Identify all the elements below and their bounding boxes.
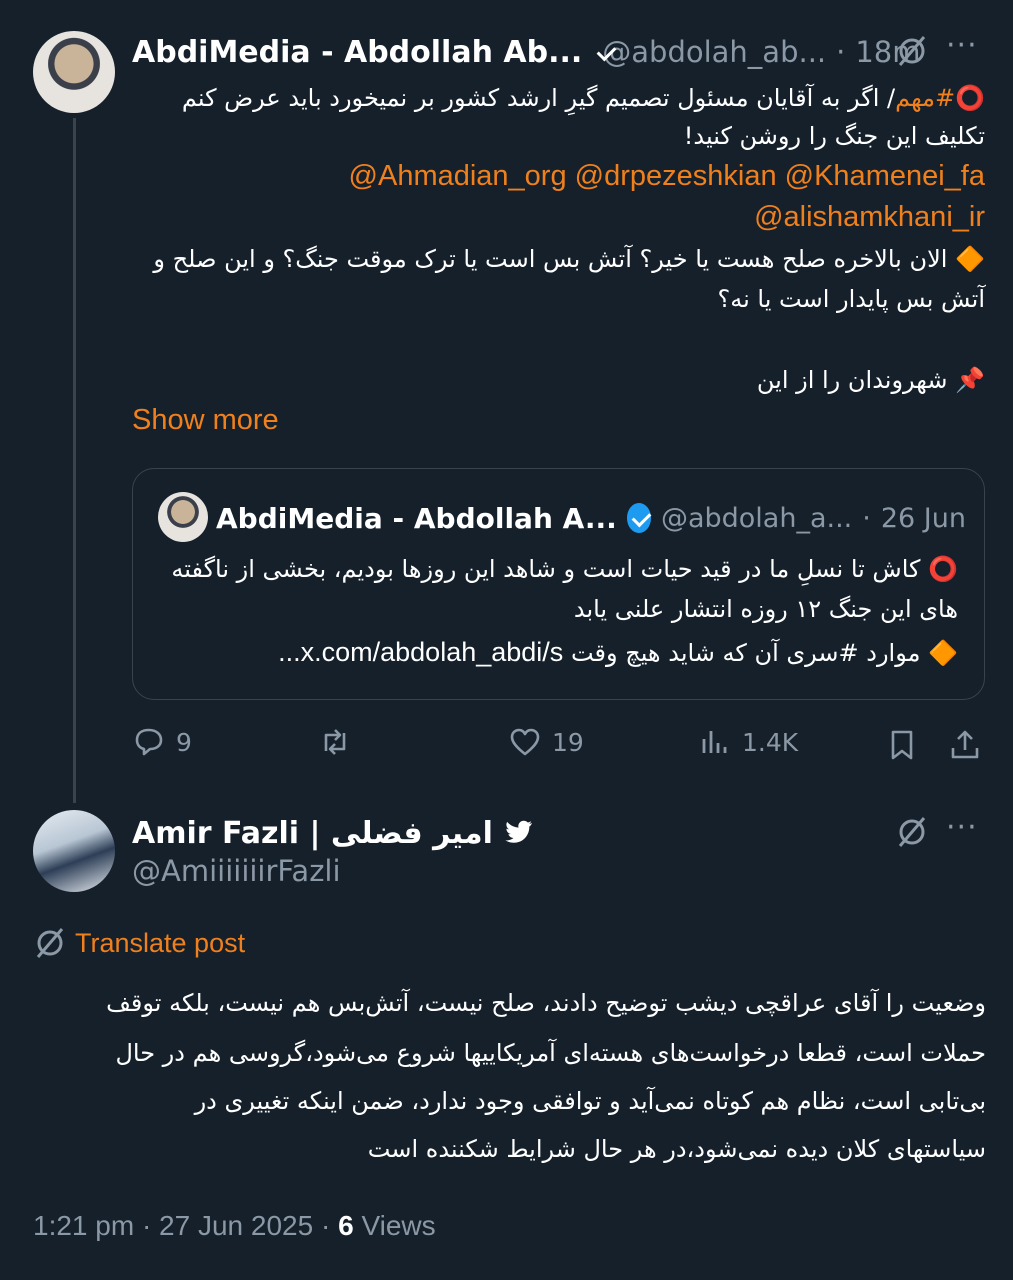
hashtag-link[interactable]: #مهم [895,84,955,112]
quoted-line-2: های این جنگ ۱۲ روزه انتشار علنی یابد [573,595,958,623]
reply-body-line-1: وضعیت را آقای عراقچی دیشب توضیح دادند، ص… [106,989,986,1017]
views-button[interactable]: 1.4K [698,725,798,759]
quoted-line-3: 🔶 موارد #سری آن که شاید هیچ وقت x.com/ab… [158,636,958,670]
retweet-icon [324,729,346,755]
post-line-1: ⭕️#مهم/ اگر به آقایان مسئول تصمیم گیرِ ا… [132,82,985,115]
reply-more-options-icon[interactable]: ··· [946,810,978,845]
reply-grok-icon[interactable] [895,815,929,849]
header-separator: · [836,35,846,69]
quoted-post-header: AbdiMedia - Abdollah A... @abdolah_a... … [216,496,966,540]
question-line-1-text: الان بالاخره صلح هست یا خیر؟ آتش بس است … [153,245,948,273]
more-options-icon[interactable]: ··· [946,28,978,63]
reply-footer: 1:21 pm · 27 Jun 2025 · 6 Views [33,1210,436,1242]
reply-author-name[interactable]: Amir Fazli | امیر فضلی [132,816,493,851]
bookmark-icon[interactable] [885,728,919,762]
twitter-bird-icon [505,820,532,843]
translate-icon [36,928,64,958]
post-line-1-text: / اگر به آقایان مسئول تصمیم گیرِ ارشد کش… [181,84,896,112]
quoted-line-3-text: موارد #سری آن که شاید هیچ وقت [570,639,921,667]
like-button[interactable]: 19 [508,725,584,759]
share-icon[interactable] [948,728,982,762]
question-line-1: 🔶 الان بالاخره صلح هست یا خیر؟ آتش بس اس… [132,243,985,276]
thread-connector-line [73,118,76,803]
mentions-line-1[interactable]: @Ahmadian_org @drpezeshkian @Khamenei_fa [132,160,985,193]
quoted-circle-emoji: ⭕️ [928,555,958,583]
quoted-author-avatar [158,492,208,542]
grok-icon[interactable] [895,34,929,68]
diamond-emoji: 🔶 [955,245,985,273]
reply-icon [135,728,163,756]
reply-timestamp[interactable]: 1:21 pm · 27 Jun 2025 · [33,1210,330,1241]
translate-post-label: Translate post [75,927,246,958]
quoted-author-name: AbdiMedia - Abdollah A... [216,501,617,535]
reply-views-count: 6 [338,1210,354,1241]
reply-body-line-3: بی‌تابی است، نظام هم کوتاه نمی‌آید و توا… [194,1087,986,1115]
reply-author-handle[interactable]: @AmiiiiiiirFazli [132,854,341,888]
quoted-line-1: ⭕️ کاش تا نسلِ ما در قید حیات است و شاهد… [158,553,958,586]
like-count: 19 [552,727,584,757]
circle-emoji: ⭕️ [955,84,985,112]
reply-body-line-4: سیاستهای کلان دیده نمی‌شود،در هر حال شرا… [367,1135,986,1163]
reply-count: 9 [176,727,192,757]
reply-header: Amir Fazli | امیر فضلی [132,811,533,855]
quoted-post-date: 26 Jun [880,502,966,534]
pin-line-text: شهروندان را از این [756,366,948,394]
analytics-icon [702,731,727,753]
mentions-line-2[interactable]: @alishamkhani_ir [132,201,985,234]
author-name[interactable]: AbdiMedia - Abdollah Ab... [132,35,582,70]
post-header: AbdiMedia - Abdollah Ab... @abdolah_ab..… [132,30,921,74]
quoted-separator: · [862,502,871,534]
translate-post-link[interactable]: Translate post [33,926,245,960]
reply-body-line-2: حملات است، قطعا درخواست‌های هسته‌ای آمری… [115,1039,986,1067]
pin-emoji: 📌 [955,366,985,394]
post-line-2: تکلیف این جنگ را روشن کنید! [683,122,985,150]
quoted-author-handle: @abdolah_a... [660,502,853,534]
author-avatar[interactable] [33,31,115,113]
quoted-diamond-emoji: 🔶 [928,639,958,667]
retweet-button[interactable] [318,725,362,759]
quoted-verified-badge-icon [626,503,651,533]
views-count: 1.4K [742,727,799,757]
quoted-line-1-text: کاش تا نسلِ ما در قید حیات است و شاهد ای… [171,555,921,583]
author-handle[interactable]: @abdolah_ab... [602,35,826,69]
pin-line: 📌 شهروندان را از این [132,364,985,397]
show-more-link[interactable]: Show more [132,404,279,437]
heart-icon [510,728,540,756]
quoted-link[interactable]: x.com/abdolah_abdi/s... [278,637,563,667]
reply-views-label: Views [361,1210,436,1241]
reply-author-avatar[interactable] [33,810,115,892]
question-line-2: آتش بس پایدار است یا نه؟ [717,285,985,313]
reply-button[interactable]: 9 [132,725,192,759]
